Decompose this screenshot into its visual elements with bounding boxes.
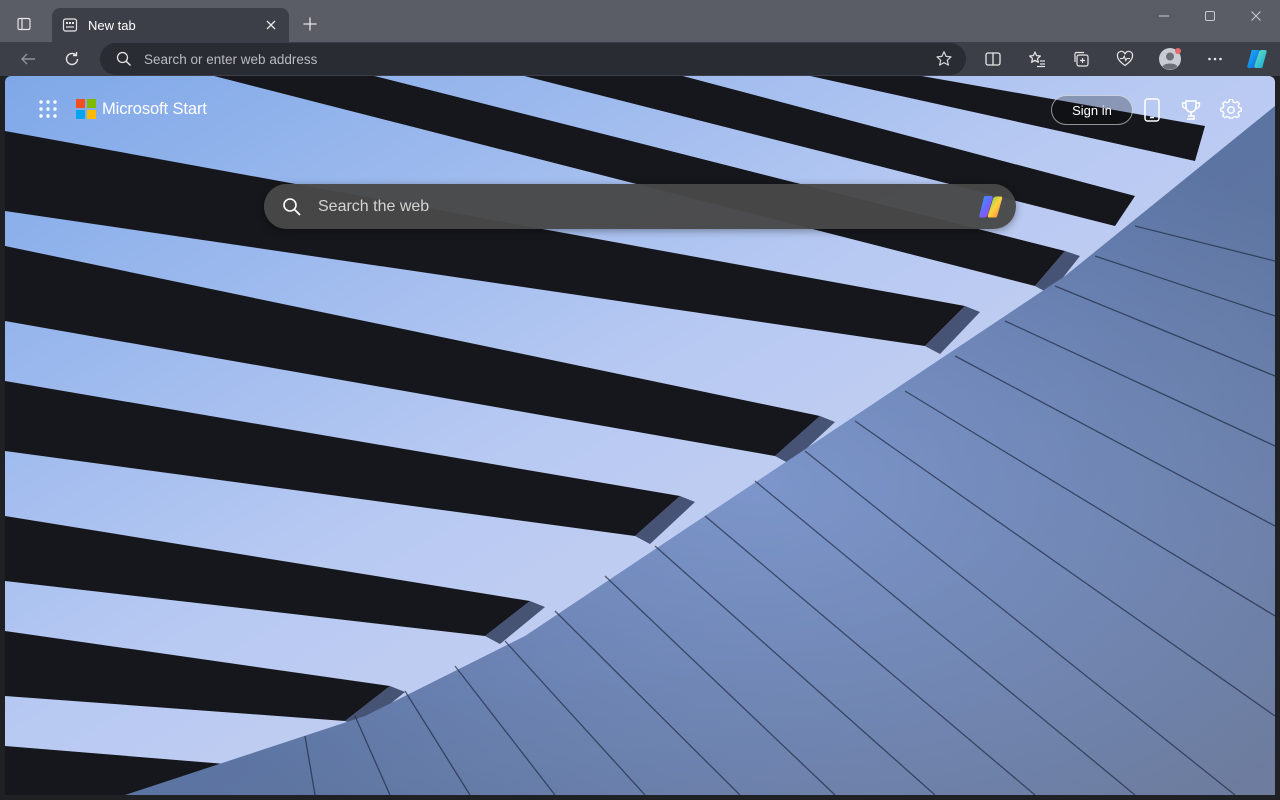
title-bar: New tab <box>0 0 1280 42</box>
app-launcher-button[interactable] <box>37 98 59 120</box>
copilot-icon <box>1247 50 1267 68</box>
back-button[interactable] <box>12 44 44 74</box>
new-tab-page: Microsoft Start Sign in <box>5 76 1275 795</box>
web-search-input[interactable] <box>318 197 976 216</box>
waffle-grid-icon <box>39 100 57 118</box>
minimize-icon <box>1159 15 1169 17</box>
collections-icon <box>1074 51 1089 67</box>
new-tab-page-icon <box>62 17 78 33</box>
new-tab-button[interactable] <box>296 10 324 38</box>
collections-button[interactable] <box>1065 44 1097 74</box>
tab-actions-icon <box>17 17 31 31</box>
maximize-icon <box>1205 11 1215 21</box>
profile-button[interactable] <box>1154 44 1186 74</box>
phone-icon <box>1144 98 1160 122</box>
favorites-button[interactable] <box>1021 44 1053 74</box>
trophy-icon <box>1181 100 1201 120</box>
brand[interactable]: Microsoft Start <box>76 98 207 120</box>
search-icon <box>116 51 132 67</box>
microsoft-logo-icon <box>76 99 96 119</box>
browser-essentials-button[interactable] <box>1109 44 1141 74</box>
close-tab-icon[interactable] <box>261 15 281 35</box>
settings-and-more-button[interactable] <box>1199 44 1231 74</box>
close-icon <box>1251 11 1261 21</box>
favorites-list-icon <box>1029 51 1045 68</box>
gear-icon <box>1220 99 1242 119</box>
favorite-star-icon[interactable] <box>934 49 954 69</box>
heart-pulse-icon <box>1116 50 1134 67</box>
tab-title: New tab <box>88 17 136 33</box>
sign-in-button[interactable]: Sign in <box>1051 95 1133 125</box>
split-screen-icon <box>985 52 1001 66</box>
mobile-app-button[interactable] <box>1138 96 1166 124</box>
copilot-sidebar-button[interactable] <box>1241 44 1273 74</box>
copilot-search-button[interactable] <box>976 192 1006 222</box>
web-search-box[interactable] <box>264 184 1016 229</box>
rewards-button[interactable] <box>1177 96 1205 124</box>
address-bar[interactable] <box>100 43 966 75</box>
tab-actions-button[interactable] <box>8 8 40 40</box>
close-window-button[interactable] <box>1233 4 1279 28</box>
plus-icon <box>303 17 317 31</box>
avatar-icon <box>1159 48 1181 70</box>
refresh-icon <box>65 52 79 66</box>
address-input[interactable] <box>144 51 934 67</box>
page-settings-button[interactable] <box>1217 96 1245 124</box>
browser-toolbar <box>0 42 1280 76</box>
more-dots-icon <box>1208 57 1222 61</box>
copilot-icon <box>979 195 1003 217</box>
maximize-button[interactable] <box>1187 4 1233 28</box>
brand-name: Microsoft Start <box>102 99 207 118</box>
search-icon <box>282 197 302 217</box>
split-screen-button[interactable] <box>977 44 1009 74</box>
refresh-button[interactable] <box>56 44 88 74</box>
tab-new-tab[interactable]: New tab <box>52 8 289 42</box>
back-arrow-icon <box>21 53 35 65</box>
minimize-button[interactable] <box>1141 4 1187 28</box>
